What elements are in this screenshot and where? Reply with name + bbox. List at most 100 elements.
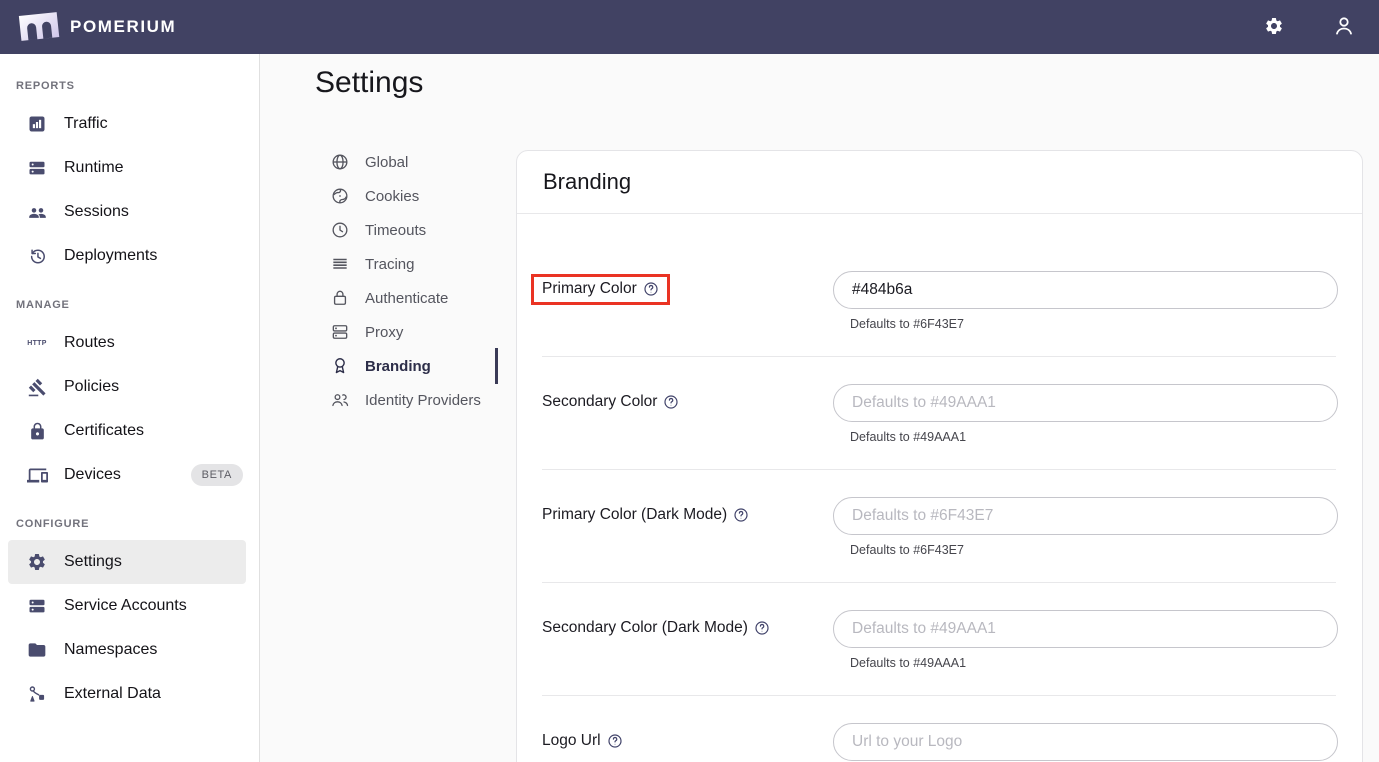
sidebar-item-label: Runtime [64,159,124,177]
field-label: Primary Color (Dark Mode) [542,506,727,524]
sidebar-item-label: Service Accounts [64,597,187,615]
gear-icon [26,551,48,573]
tab-authenticate[interactable]: Authenticate [330,281,496,315]
tab-label: Global [365,154,408,171]
pomerium-logo-icon [16,8,62,47]
primary-color-label-wrap: Primary Color [542,271,833,298]
sidebar-item-label: Sessions [64,203,129,221]
card-header: Branding [517,151,1362,214]
field-label: Secondary Color [542,393,657,411]
logo-url-row: Logo Url [542,696,1336,762]
page-title: Settings [315,66,423,100]
branding-card: Branding Primary Color Defaults [516,150,1363,762]
logo-url-input[interactable] [833,723,1338,761]
primary-color-row: Primary Color Defaults to #6F43E7 [542,229,1336,357]
logo-url-label-wrap: Logo Url [542,723,833,750]
tab-label: Proxy [365,324,403,341]
beta-badge: BETA [191,464,243,486]
gavel-icon [26,376,48,398]
primary-color-dark-row: Primary Color (Dark Mode) Defaults to #6… [542,470,1336,583]
folder-icon [26,639,48,661]
tab-cookies[interactable]: Cookies [330,179,496,213]
secondary-color-dark-row: Secondary Color (Dark Mode) Defaults to … [542,583,1336,696]
help-icon[interactable] [607,733,623,749]
card-title: Branding [543,169,631,195]
sidebar-item-runtime[interactable]: Runtime [8,146,246,190]
secondary-color-dark-label-wrap: Secondary Color (Dark Mode) [542,610,833,637]
field-helper-text: Defaults to #6F43E7 [850,317,1338,331]
section-title-manage: MANAGE [0,299,259,321]
settings-subnav: Global Cookies Timeouts Tracing [330,145,496,417]
tab-tracing[interactable]: Tracing [330,247,496,281]
section-title-configure: CONFIGURE [0,518,259,540]
lock-outline-icon [330,288,350,308]
tab-label: Branding [365,358,431,375]
tab-proxy[interactable]: Proxy [330,315,496,349]
account-button[interactable] [1331,14,1357,40]
tab-label: Timeouts [365,222,426,239]
people-outline-icon [330,390,350,410]
sidebar-item-service-accounts[interactable]: Service Accounts [8,584,246,628]
sidebar-item-routes[interactable]: HTTP Routes [8,321,246,365]
tab-identity-providers[interactable]: Identity Providers [330,383,496,417]
people-icon [26,201,48,223]
sidebar-item-label: Policies [64,378,119,396]
sidebar-item-label: Namespaces [64,641,157,659]
field-helper-text: Defaults to #49AAA1 [850,656,1338,670]
sidebar-item-label: External Data [64,685,161,703]
account-icon [1332,14,1356,41]
tab-label: Cookies [365,188,419,205]
sidebar-item-external-data[interactable]: External Data [8,672,246,716]
cookie-icon [330,186,350,206]
main-content: Settings Global Cookies Timeouts [260,54,1379,762]
http-icon: HTTP [26,332,48,354]
gear-icon [1264,16,1284,39]
sidebar-item-label: Settings [64,553,122,571]
help-icon[interactable] [754,620,770,636]
sidebar-item-label: Traffic [64,115,108,133]
help-icon[interactable] [733,507,749,523]
tab-label: Tracing [365,256,414,273]
data-flow-icon [26,683,48,705]
clock-icon [330,220,350,240]
sidebar-item-policies[interactable]: Policies [8,365,246,409]
secondary-color-input[interactable] [833,384,1338,422]
tab-branding[interactable]: Branding [330,349,496,383]
sidebar-item-certificates[interactable]: Certificates [8,409,246,453]
annotation-highlight-box: Primary Color [534,277,667,302]
secondary-color-dark-input[interactable] [833,610,1338,648]
tab-label: Authenticate [365,290,448,307]
section-title-reports: REPORTS [0,80,259,102]
traffic-chart-icon [26,113,48,135]
app-bar: POMERIUM [0,0,1379,54]
primary-color-input[interactable] [833,271,1338,309]
help-icon[interactable] [663,394,679,410]
sidebar-item-namespaces[interactable]: Namespaces [8,628,246,672]
server-stack-icon [26,595,48,617]
tab-global[interactable]: Global [330,145,496,179]
sidebar-item-traffic[interactable]: Traffic [8,102,246,146]
sidebar-item-deployments[interactable]: Deployments [8,234,246,278]
help-icon[interactable] [643,281,659,297]
history-clock-icon [26,245,48,267]
sidebar: REPORTS Traffic Runtime Sessions [0,54,260,762]
tab-label: Identity Providers [365,392,481,409]
field-label: Secondary Color (Dark Mode) [542,619,748,637]
primary-color-dark-label-wrap: Primary Color (Dark Mode) [542,497,833,524]
settings-gear-button[interactable] [1261,14,1287,40]
globe-icon [330,152,350,172]
sidebar-item-settings[interactable]: Settings [8,540,246,584]
sidebar-item-label: Deployments [64,247,157,265]
sidebar-item-sessions[interactable]: Sessions [8,190,246,234]
devices-icon [26,464,48,486]
server-stack-icon [26,157,48,179]
brand-name: POMERIUM [70,17,176,37]
proxy-stack-icon [330,322,350,342]
sidebar-item-devices[interactable]: Devices BETA [8,453,246,497]
secondary-color-label-wrap: Secondary Color [542,384,833,411]
brand[interactable]: POMERIUM [16,8,176,47]
sidebar-item-label: Certificates [64,422,144,440]
tab-timeouts[interactable]: Timeouts [330,213,496,247]
primary-color-dark-input[interactable] [833,497,1338,535]
field-label: Logo Url [542,732,601,750]
